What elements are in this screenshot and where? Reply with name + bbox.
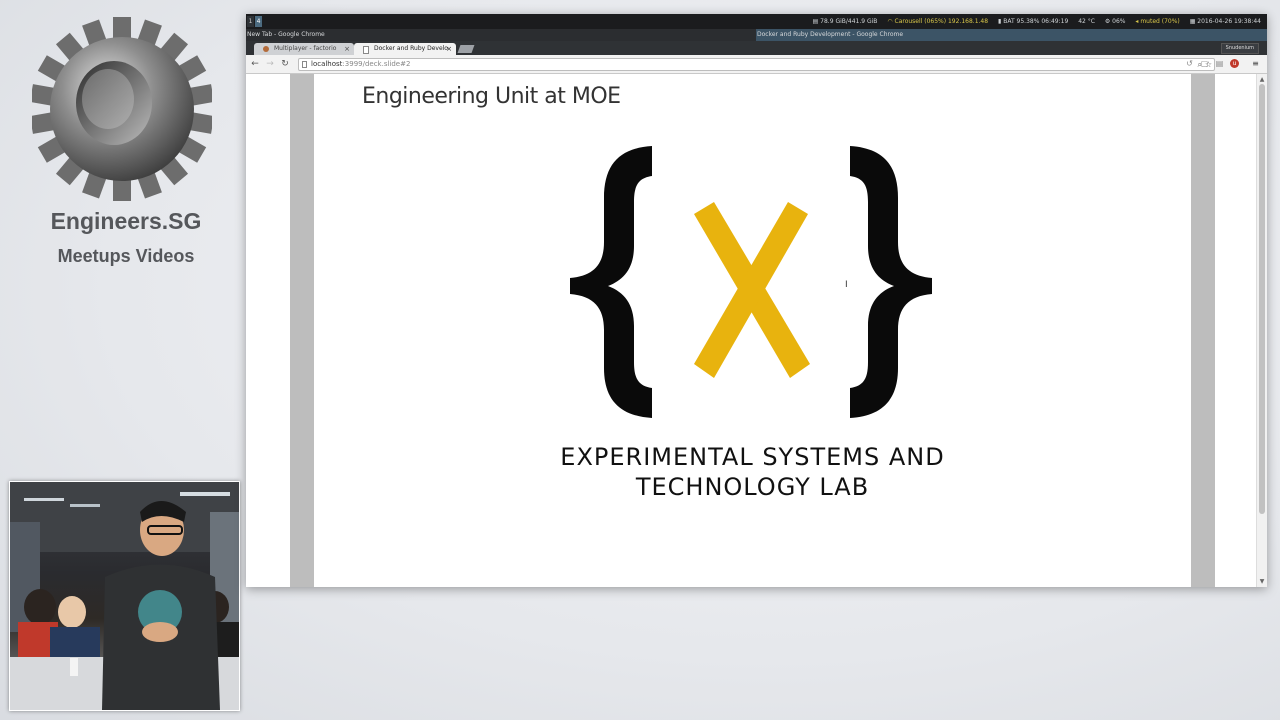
window-title-docker[interactable]: Docker and Ruby Development - Google Chr… [756, 29, 1267, 41]
ublock-icon[interactable]: u [1230, 59, 1239, 68]
tab-factorio[interactable]: Multiplayer - factorio × [254, 43, 354, 55]
x-mark-icon [694, 202, 810, 378]
extension-icon[interactable]: ↺ [1184, 58, 1195, 69]
temperature-status: 42 °C [1078, 18, 1095, 25]
page-icon [363, 46, 369, 54]
wifi-value: Carousell (065%) 192.168.1.48 [894, 18, 989, 25]
page-icon [302, 61, 307, 68]
tab-strip: Multiplayer - factorio × Docker and Ruby… [246, 41, 1267, 55]
slide-gutter-right [1191, 74, 1215, 587]
url-path: :3999/deck.slide#2 [342, 60, 411, 68]
extension-icon[interactable]: ▢ [1199, 58, 1210, 69]
window-titlebar: New Tab - Google Chrome Docker and Ruby … [246, 29, 1267, 41]
brand-title: Engineers.SG [50, 208, 202, 234]
lab-name: EXPERIMENTAL SYSTEMS AND TECHNOLOGY LAB [314, 442, 1191, 502]
close-tab-icon[interactable]: × [344, 43, 350, 55]
webcam-video-inset [9, 481, 240, 711]
cpu-value: 06% [1112, 18, 1126, 25]
page-viewport: Engineering Unit at MOE I EXPERIMENTAL S… [246, 74, 1257, 587]
lab-name-line-1: EXPERIMENTAL SYSTEMS AND [560, 443, 945, 471]
tab-docker-ruby[interactable]: Docker and Ruby Develo × [354, 43, 456, 55]
close-tab-icon[interactable]: × [446, 43, 452, 55]
lab-name-line-2: TECHNOLOGY LAB [635, 473, 870, 501]
workspace-1[interactable]: 1 [247, 16, 254, 27]
desktop-screen: 1 4 ▤ 78.9 GiB/441.9 GiB ◠ Carousell (06… [246, 14, 1267, 587]
tab-label: Docker and Ruby Develo [374, 45, 448, 52]
scrollbar-thumb[interactable] [1259, 84, 1265, 514]
volume-value: muted (70%) [1140, 18, 1180, 25]
scroll-down-icon[interactable]: ▼ [1258, 578, 1266, 585]
forward-icon[interactable]: → [264, 58, 276, 70]
window-title-new-tab[interactable]: New Tab - Google Chrome [246, 29, 757, 41]
text-cursor-icon: I [845, 280, 848, 290]
back-icon[interactable]: ← [249, 58, 261, 70]
memory-value: 78.9 GiB/441.9 GiB [820, 18, 878, 25]
volume-status: ◂ muted (70%) [1135, 18, 1180, 25]
new-tab-button[interactable] [457, 45, 475, 53]
menu-icon[interactable]: ≡ [1250, 58, 1261, 69]
presenter-photo [10, 482, 239, 710]
reload-icon[interactable]: ↻ [279, 58, 291, 70]
favicon-icon [263, 46, 269, 52]
brand-subtitle: Meetups Videos [57, 246, 195, 266]
workspace-4[interactable]: 4 [255, 16, 262, 27]
status-items: ▤ 78.9 GiB/441.9 GiB ◠ Carousell (065%) … [805, 14, 1261, 29]
memory-status: ▤ 78.9 GiB/441.9 GiB [812, 18, 878, 25]
url-host: localhost [311, 60, 343, 68]
wifi-status: ◠ Carousell (065%) 192.168.1.48 [887, 18, 989, 25]
slide: Engineering Unit at MOE I EXPERIMENTAL S… [314, 74, 1191, 587]
slide-title: Engineering Unit at MOE [362, 84, 621, 109]
datetime-status: ▦ 2016-04-26 19:38:44 [1189, 18, 1261, 25]
slide-gutter-left [290, 74, 314, 587]
page-scrollbar[interactable]: ▲ ▼ [1256, 74, 1267, 587]
extension-icon[interactable]: ▤ [1214, 58, 1225, 69]
esl-logo [570, 146, 932, 418]
battery-status: ▮ BAT 95.38% 06:49:19 [997, 18, 1069, 25]
url-text: localhost:3999/deck.slide#2 [311, 59, 410, 70]
tab-label: Multiplayer - factorio [274, 45, 337, 52]
right-brace-icon [850, 146, 932, 418]
scroll-up-icon[interactable]: ▲ [1258, 76, 1266, 83]
battery-value: BAT 95.38% 06:49:19 [1003, 18, 1069, 25]
profile-button[interactable]: Snudenium [1220, 43, 1259, 54]
browser-toolbar: ← → ↻ localhost:3999/deck.slide#2 ⌕ ☆ ↺ … [246, 55, 1267, 74]
left-brace-icon [570, 146, 652, 418]
datetime-value: 2016-04-26 19:38:44 [1197, 18, 1261, 25]
cpu-status: ⚙ 06% [1104, 18, 1126, 25]
address-bar[interactable]: localhost:3999/deck.slide#2 ⌕ ☆ [298, 58, 1215, 71]
gear-icon [32, 17, 212, 201]
status-bar: 1 4 ▤ 78.9 GiB/441.9 GiB ◠ Carousell (06… [246, 14, 1267, 29]
